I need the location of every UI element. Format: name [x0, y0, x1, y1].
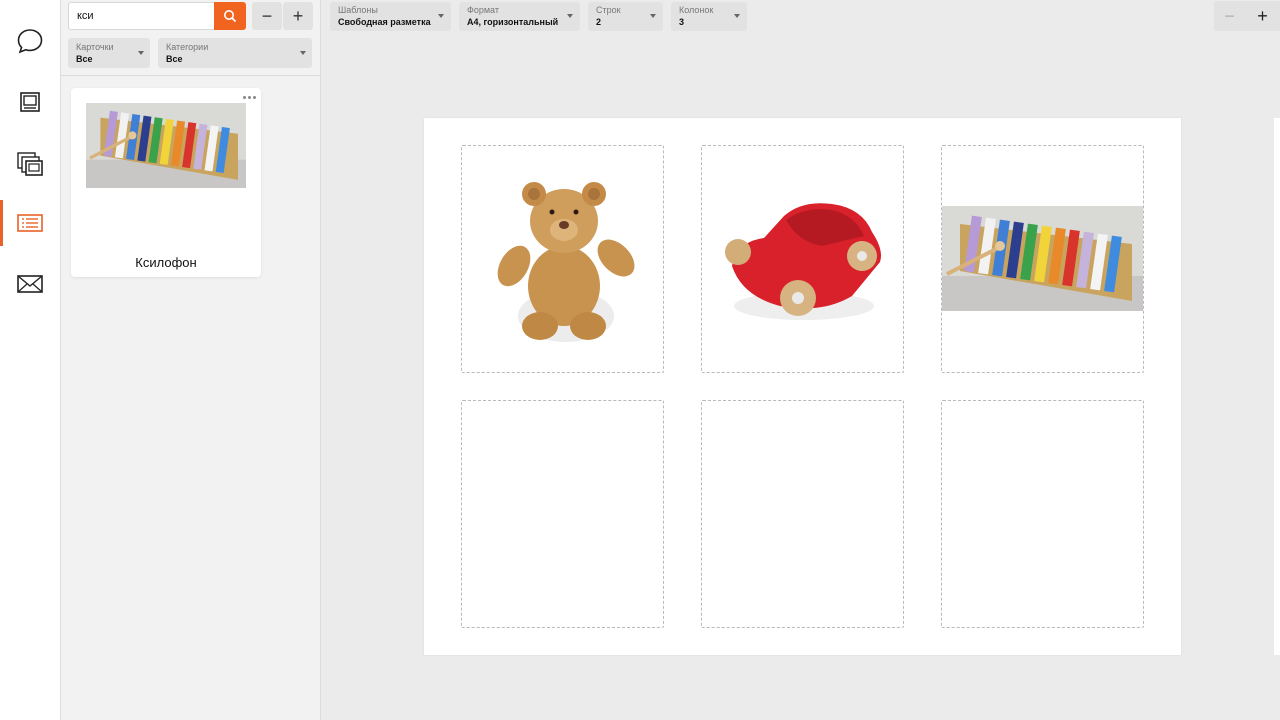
next-page-edge	[1274, 118, 1280, 655]
print-page	[424, 118, 1181, 655]
search-button[interactable]	[214, 2, 246, 30]
library-card[interactable]: Ксилофон	[71, 88, 261, 277]
chevron-down-icon	[138, 51, 144, 55]
minus-icon: −	[1224, 5, 1235, 26]
columns-value: 3	[679, 17, 685, 27]
chevron-down-icon	[438, 14, 444, 18]
more-options-icon[interactable]	[241, 91, 257, 103]
templates-label: Шаблоны	[338, 5, 378, 15]
icon-rail	[0, 0, 61, 720]
page-cell[interactable]	[461, 145, 664, 373]
xylophone-image	[86, 103, 246, 188]
chevron-down-icon	[734, 14, 740, 18]
categories-filter-value: Все	[166, 54, 183, 64]
page-cell[interactable]	[941, 145, 1144, 373]
xylophone-image	[942, 206, 1143, 311]
format-value: А4, горизонтальный	[467, 17, 559, 27]
rail-item-mail[interactable]	[0, 261, 60, 307]
format-select[interactable]: Формат А4, горизонтальный	[459, 2, 580, 31]
minus-icon: −	[261, 5, 273, 26]
categories-filter-label: Категории	[166, 42, 209, 52]
page-cell[interactable]	[701, 400, 904, 628]
categories-filter-select[interactable]: Категории Все	[158, 38, 312, 68]
rail-item-gallery[interactable]	[0, 140, 60, 186]
plus-icon: +	[292, 5, 304, 26]
list-icon	[17, 214, 43, 232]
library-zoom-out-button[interactable]: −	[252, 2, 282, 30]
cards-filter-label: Карточки	[76, 42, 114, 52]
cards-filter-value: Все	[76, 54, 93, 64]
rows-label: Строк	[596, 5, 621, 15]
format-label: Формат	[467, 5, 499, 15]
rail-item-monitor[interactable]	[0, 79, 60, 125]
teddy-bear-image	[497, 182, 635, 342]
library-zoom-in-button[interactable]: +	[283, 2, 313, 30]
columns-select[interactable]: Колонок 3	[671, 2, 747, 31]
monitor-icon	[20, 92, 40, 112]
page-cell[interactable]	[461, 400, 664, 628]
templates-value: Свободная разметка	[338, 17, 431, 27]
chevron-down-icon	[567, 14, 573, 18]
chevron-down-icon	[650, 14, 656, 18]
chevron-down-icon	[300, 51, 306, 55]
templates-select[interactable]: Шаблоны Свободная разметка	[330, 2, 451, 31]
mail-icon	[17, 275, 43, 293]
page-cell[interactable]	[701, 145, 904, 373]
rail-item-list[interactable]	[0, 200, 60, 246]
gallery-icon	[17, 152, 43, 176]
page-zoom-out-button[interactable]: −	[1214, 1, 1245, 31]
library-panel: − + Карточки Все Категории Все	[61, 0, 321, 720]
plus-icon: +	[1257, 5, 1268, 26]
card-title: Ксилофон	[135, 255, 197, 270]
rail-item-chat[interactable]	[0, 18, 60, 64]
search-icon	[224, 10, 237, 23]
search-input[interactable]	[68, 2, 214, 30]
chat-icon	[17, 29, 43, 54]
rows-value: 2	[596, 17, 602, 27]
library-toolbar: − + Карточки Все Категории Все	[61, 0, 321, 76]
toy-car-image	[725, 203, 881, 320]
rows-select[interactable]: Строк 2	[588, 2, 663, 31]
cards-filter-select[interactable]: Карточки Все	[68, 38, 150, 68]
page-zoom-in-button[interactable]: +	[1245, 1, 1280, 31]
page-cell[interactable]	[941, 400, 1144, 628]
columns-label: Колонок	[679, 5, 714, 15]
